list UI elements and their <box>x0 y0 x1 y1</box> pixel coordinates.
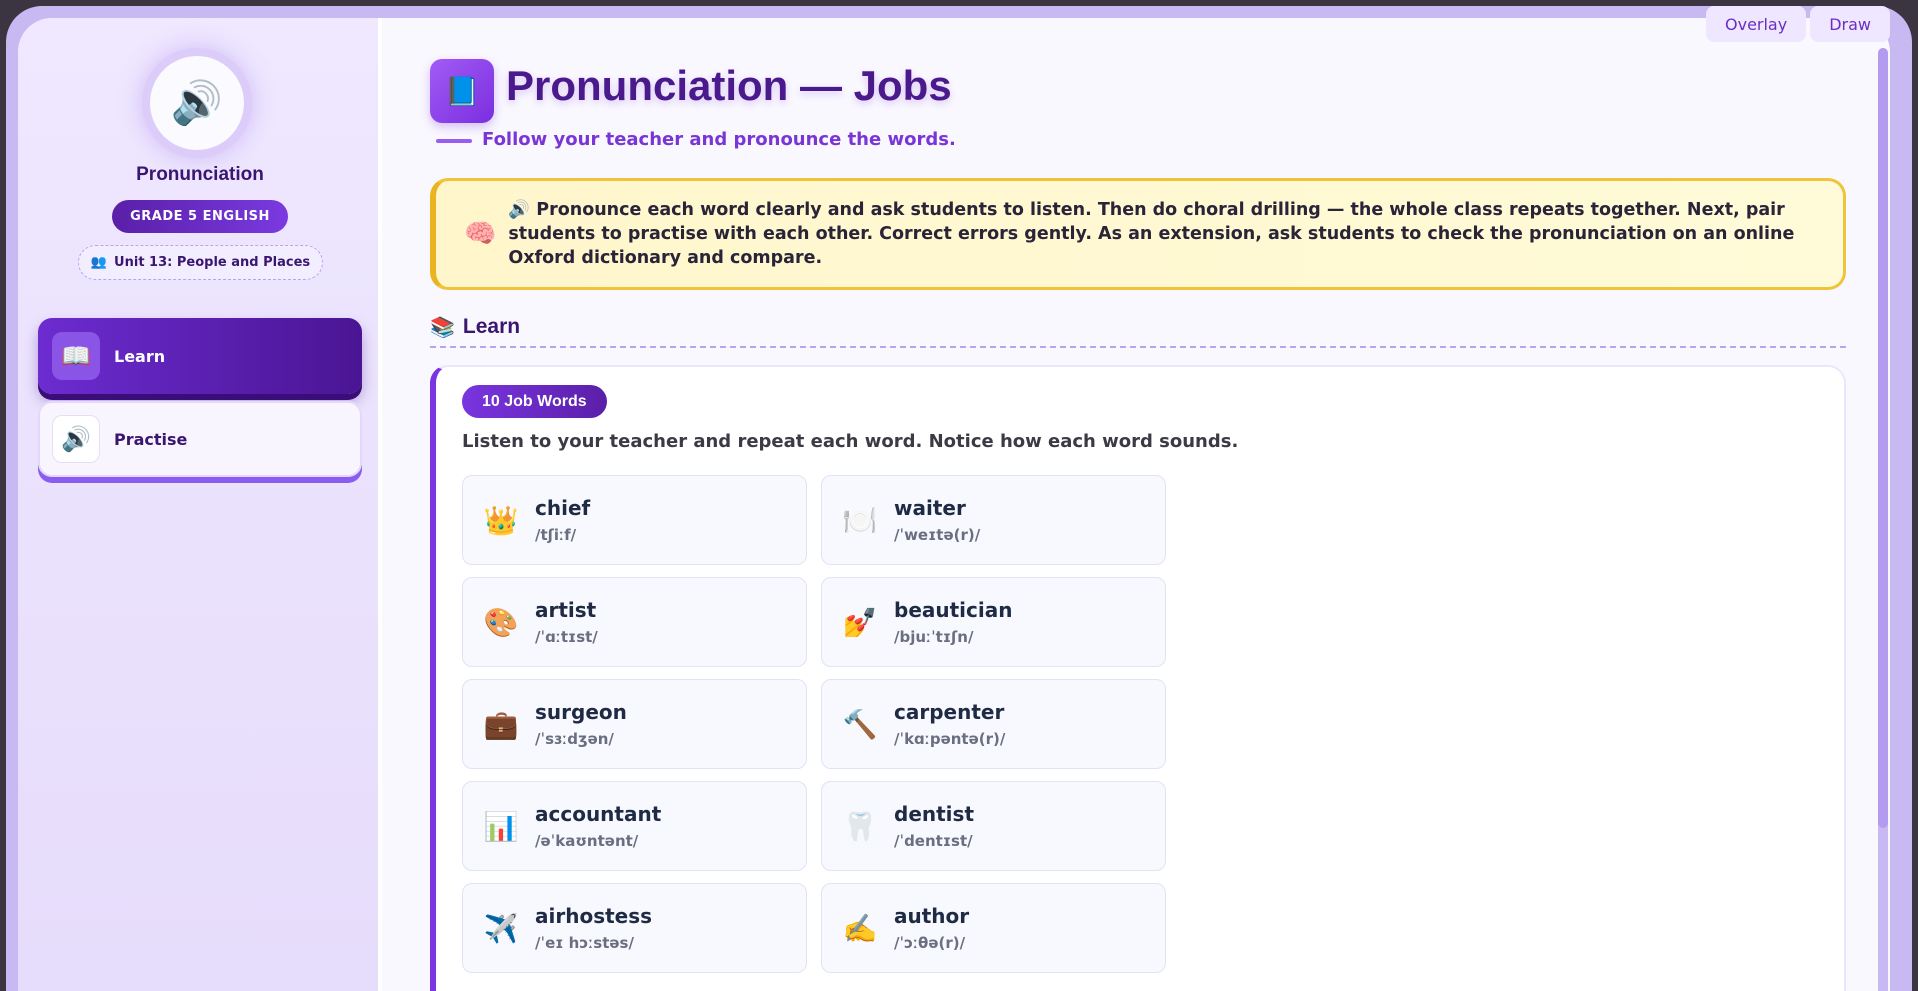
word-ipa: /ˈweɪtə(r)/ <box>894 526 981 544</box>
avatar-ring: 🔊 <box>142 48 252 158</box>
overlay-button[interactable]: Overlay <box>1706 6 1807 42</box>
word-ipa: /ˈsɜːdʒən/ <box>535 730 614 748</box>
word-label: accountant <box>535 802 662 826</box>
word-label: artist <box>535 598 597 622</box>
word-card-beautician[interactable]: 💅 beautician/bjuːˈtɪʃn/ <box>821 577 1166 667</box>
word-card-waiter[interactable]: 🍽️ waiter/ˈweɪtə(r)/ <box>821 475 1166 565</box>
nav-item-label: Learn <box>114 346 166 366</box>
speaker-icon: 🔊 <box>150 56 244 150</box>
word-ipa: /ˈdentɪst/ <box>894 832 973 850</box>
word-text: airhostess/ˈeɪ hɔːstəs/ <box>535 904 652 952</box>
word-label: airhostess <box>535 904 653 928</box>
nav-item-label: Practise <box>114 429 188 449</box>
word-card-chief[interactable]: 👑 chief/tʃiːf/ <box>462 475 807 565</box>
brain-icon: 🧠 <box>464 219 497 249</box>
word-card-panel: 10 Job Words Listen to your teacher and … <box>430 365 1846 991</box>
word-text: chief/tʃiːf/ <box>535 496 590 544</box>
word-ipa: /ˈeɪ hɔːstəs/ <box>535 934 634 952</box>
word-label: author <box>894 904 970 928</box>
word-ipa: /əˈkaʊntənt/ <box>535 832 639 850</box>
teacher-note: 🧠 🔊 Pronounce each word clearly and ask … <box>430 178 1846 290</box>
job-icon: 👑 <box>483 503 519 537</box>
word-ipa: /ˈɑːtɪst/ <box>535 628 598 646</box>
word-count-badge: 10 Job Words <box>462 385 607 418</box>
subtitle-divider <box>436 139 472 143</box>
unit-pill: 👥 Unit 13: People and Places <box>78 245 323 280</box>
instruction-text: Listen to your teacher and repeat each w… <box>462 431 1239 452</box>
job-icon: 💼 <box>483 707 519 741</box>
job-icon: 💅 <box>842 605 878 639</box>
job-icon: 🎨 <box>483 605 519 639</box>
word-label: carpenter <box>894 700 1005 724</box>
word-label: surgeon <box>535 700 627 724</box>
page-title: Pronunciation — Jobs <box>506 62 952 109</box>
unit-label: Unit 13: People and Places <box>114 255 311 270</box>
book-icon: 📘 <box>430 59 494 123</box>
people-icon: 👥 <box>90 255 108 270</box>
draw-button[interactable]: Draw <box>1810 6 1890 42</box>
section-header: 📚 Learn <box>430 308 1846 348</box>
word-label: waiter <box>894 496 966 520</box>
word-ipa: /bjuːˈtɪʃn/ <box>894 628 974 646</box>
section-title: Learn <box>462 315 521 338</box>
word-text: waiter/ˈweɪtə(r)/ <box>894 496 980 544</box>
word-ipa: /tʃiːf/ <box>535 526 577 544</box>
word-text: artist/ˈɑːtɪst/ <box>535 598 598 646</box>
app-window: 🔊 Pronunciation GRADE 5 ENGLISH 👥 Unit 1… <box>18 18 1890 991</box>
word-card-carpenter[interactable]: 🔨 carpenter/ˈkɑːpəntə(r)/ <box>821 679 1166 769</box>
teacher-note-text: 🔊 Pronounce each word clearly and ask st… <box>508 200 1795 268</box>
page-subtitle: Follow your teacher and pronounce the wo… <box>482 129 956 150</box>
books-icon: 📚 <box>430 315 455 339</box>
overlay-toolbar: Overlay Draw <box>1706 6 1890 42</box>
job-icon: 🦷 <box>842 809 878 843</box>
word-label: dentist <box>894 802 974 826</box>
word-text: surgeon/ˈsɜːdʒən/ <box>535 700 627 748</box>
job-icon: 🔨 <box>842 707 878 741</box>
job-icon: ✍️ <box>842 911 878 945</box>
word-card-accountant[interactable]: 📊 accountant/əˈkaʊntənt/ <box>462 781 807 871</box>
sidebar-title: Pronunciation <box>136 164 264 185</box>
book-icon: 📖 <box>52 332 100 380</box>
word-text: beautician/bjuːˈtɪʃn/ <box>894 598 1012 646</box>
word-card-artist[interactable]: 🎨 artist/ˈɑːtɪst/ <box>462 577 807 667</box>
speaker-icon: 🔊 <box>52 415 100 463</box>
job-icon: ✈️ <box>483 911 519 945</box>
scrollbar[interactable] <box>1878 48 1888 991</box>
word-label: chief <box>535 496 591 520</box>
nav-item-learn[interactable]: 📖 Learn <box>38 318 362 394</box>
word-card-dentist[interactable]: 🦷 dentist/ˈdentɪst/ <box>821 781 1166 871</box>
word-ipa: /ˈɔːθə(r)/ <box>894 934 966 952</box>
main-content: 📘 Pronunciation — Jobs Follow your teach… <box>382 18 1890 991</box>
word-text: dentist/ˈdentɪst/ <box>894 802 974 850</box>
job-icon: 📊 <box>483 809 519 843</box>
scrollbar-thumb[interactable] <box>1878 48 1888 828</box>
word-label: beautician <box>894 598 1013 622</box>
word-text: carpenter/ˈkɑːpəntə(r)/ <box>894 700 1005 748</box>
word-ipa: /ˈkɑːpəntə(r)/ <box>894 730 1006 748</box>
word-grid: 👑 chief/tʃiːf/🍽️ waiter/ˈweɪtə(r)/🎨 artist /… <box>462 475 1166 973</box>
grade-badge: GRADE 5 ENGLISH <box>112 200 288 233</box>
job-icon: 🍽️ <box>842 503 878 537</box>
word-card-surgeon[interactable]: 💼 surgeon/ˈsɜːdʒən/ <box>462 679 807 769</box>
word-card-author[interactable]: ✍️ author/ˈɔːθə(r)/ <box>821 883 1166 973</box>
sidebar: 🔊 Pronunciation GRADE 5 ENGLISH 👥 Unit 1… <box>18 18 382 991</box>
word-text: author/ˈɔːθə(r)/ <box>894 904 969 952</box>
word-card-airhostess[interactable]: ✈️ airhostess/ˈeɪ hɔːstəs/ <box>462 883 807 973</box>
nav-item-practise[interactable]: 🔊 Practise <box>38 401 362 477</box>
word-text: accountant/əˈkaʊntənt/ <box>535 802 661 850</box>
